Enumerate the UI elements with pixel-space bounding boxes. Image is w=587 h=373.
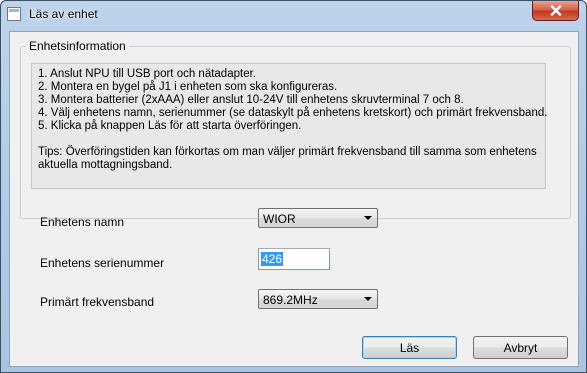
read-button[interactable]: Läs — [362, 336, 457, 359]
tips-line: aktuella mottagningsband. — [38, 159, 173, 171]
app-icon — [7, 7, 21, 21]
serial-number-input[interactable]: 426 — [258, 248, 330, 270]
instructions-box: 1. Anslut NPU till USB port och nätadapt… — [31, 63, 548, 189]
primary-band-value: 869.2MHz — [263, 293, 318, 307]
instruction-line: 2. Montera en bygel på J1 i enheten som … — [38, 81, 338, 93]
device-name-select[interactable]: WIOR — [258, 208, 378, 228]
serial-number-value: 426 — [261, 252, 284, 266]
dialog-window: Läs av enhet Enhetsinformation 1. Anslut… — [0, 0, 587, 373]
tips-line: Tips: Överföringstiden kan förkortas om … — [38, 146, 537, 158]
chevron-down-icon — [364, 297, 372, 301]
instruction-line: 1. Anslut NPU till USB port och nätadapt… — [38, 68, 256, 80]
dialog-client-area: Enhetsinformation 1. Anslut NPU till USB… — [9, 31, 579, 367]
close-icon — [550, 5, 562, 16]
close-button[interactable] — [532, 1, 579, 21]
primary-band-select[interactable]: 869.2MHz — [258, 289, 378, 309]
chevron-down-icon — [364, 216, 372, 220]
instruction-line: 5. Klicka på knappen Läs för att starta … — [38, 120, 302, 132]
group-title: Enhetsinformation — [26, 39, 129, 53]
instruction-line: 3. Montera batterier (2xAAA) eller anslu… — [38, 94, 464, 106]
device-name-value: WIOR — [263, 212, 296, 226]
instruction-line: 4. Välj enhetens namn, serienummer (se d… — [38, 107, 548, 119]
window-title: Läs av enhet — [29, 7, 98, 21]
title-bar[interactable]: Läs av enhet — [1, 1, 586, 27]
primary-band-label: Primärt frekvensband — [40, 295, 155, 309]
cancel-button[interactable]: Avbryt — [473, 336, 568, 359]
device-name-label: Enhetens namn — [40, 215, 125, 229]
serial-number-label: Enhetens serienummer — [40, 256, 165, 270]
